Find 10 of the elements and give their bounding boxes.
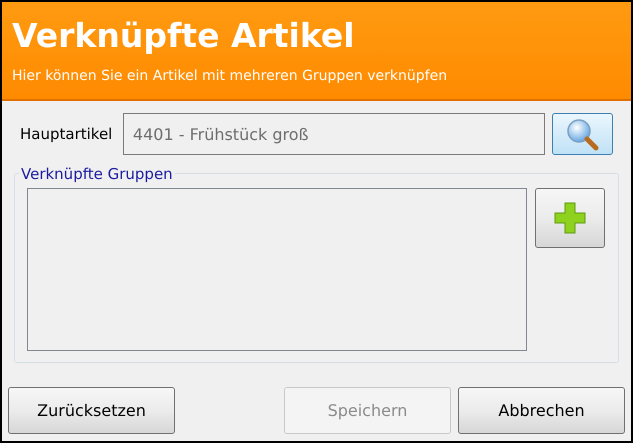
plus-icon — [554, 202, 586, 234]
dialog-button[interactable]: Abbrechen — [458, 387, 625, 434]
add-button[interactable] — [535, 188, 605, 248]
field-label: Hauptartikel — [20, 124, 114, 145]
dialog-subtitle: Hier können Sie ein Artikel mit mehreren Gruppen verknüpfen — [12, 67, 448, 86]
dialog-title: Verknüpfte Artikel — [12, 16, 355, 56]
search-icon — [565, 117, 600, 151]
search-button[interactable] — [552, 113, 613, 155]
article-field[interactable]: 4401 - Frühstück groß — [122, 113, 545, 155]
dialog-button[interactable]: Zurücksetzen — [8, 387, 175, 434]
